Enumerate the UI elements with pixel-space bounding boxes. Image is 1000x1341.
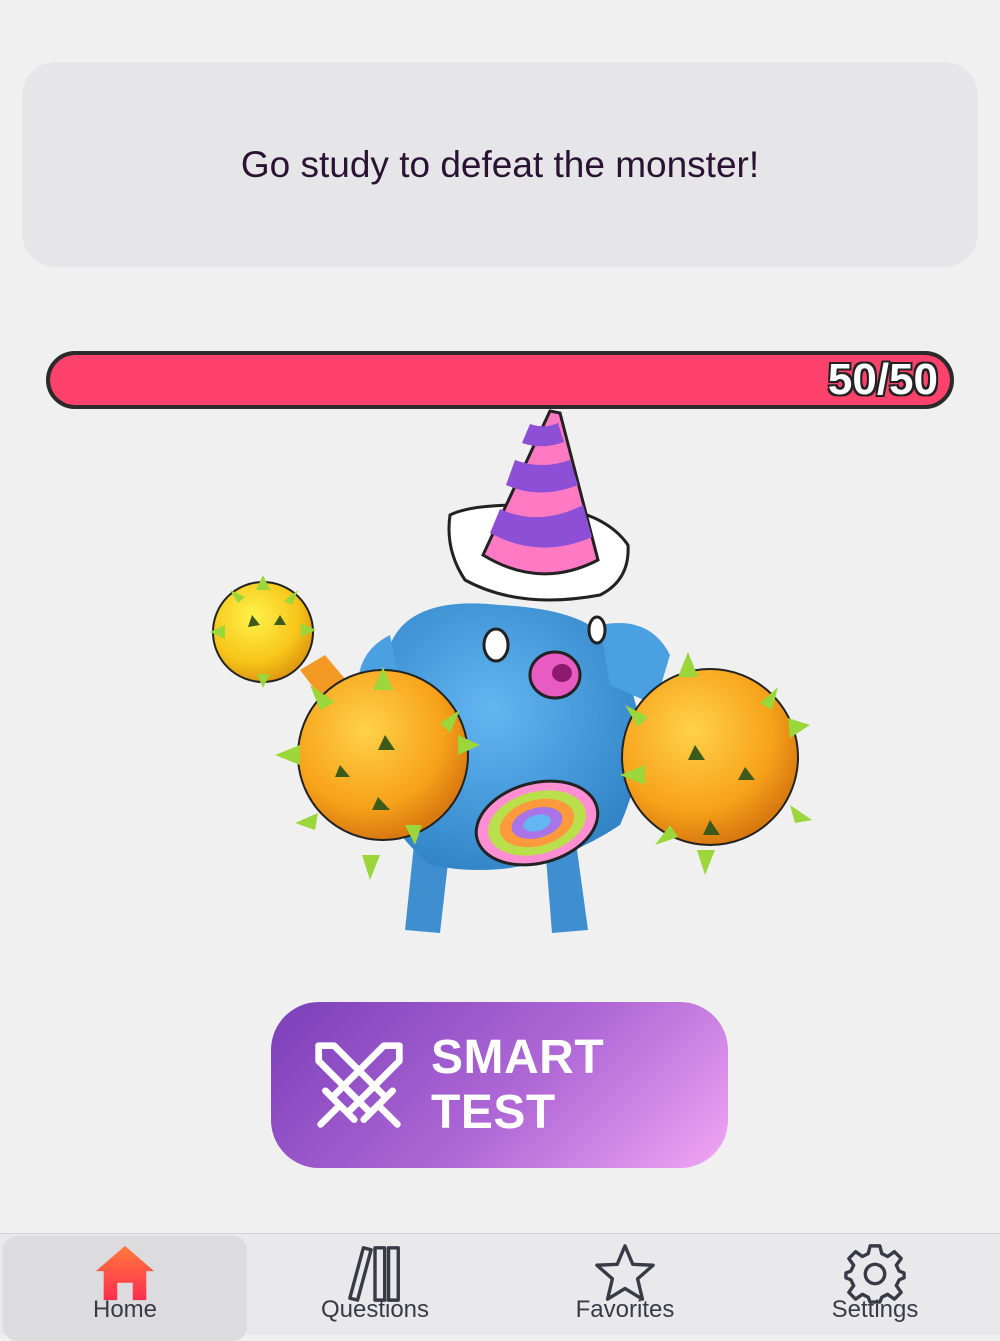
- smart-test-label: SMART TEST: [431, 1031, 605, 1139]
- message-text: Go study to defeat the monster!: [240, 143, 760, 185]
- smart-test-button[interactable]: SMART TEST: [271, 1002, 728, 1168]
- tab-favorites-label: Favorites: [575, 1296, 675, 1323]
- crossed-swords-icon: [315, 1042, 403, 1128]
- tab-questions[interactable]: Questions: [250, 1234, 500, 1335]
- monster-character[interactable]: [200, 405, 820, 945]
- tab-home[interactable]: Home: [0, 1234, 250, 1341]
- books-icon: [348, 1246, 400, 1302]
- tab-settings[interactable]: Settings: [750, 1234, 1000, 1335]
- tab-favorites[interactable]: Favorites: [500, 1234, 750, 1335]
- monster-health-bar: 50/50: [46, 351, 954, 409]
- tab-bar: Home Questions Favorites Settings: [0, 1233, 1000, 1341]
- gear-icon: [844, 1244, 906, 1304]
- home-icon: [95, 1245, 155, 1301]
- tab-settings-label: Settings: [831, 1296, 919, 1323]
- star-icon: [595, 1244, 655, 1301]
- tab-questions-label: Questions: [320, 1296, 430, 1323]
- message-card: Go study to defeat the monster!: [22, 62, 978, 267]
- health-value: 50/50: [827, 355, 939, 405]
- health-bar-fill: [50, 355, 950, 405]
- spike-ball-small: [210, 575, 316, 688]
- tab-home-label: Home: [92, 1296, 158, 1323]
